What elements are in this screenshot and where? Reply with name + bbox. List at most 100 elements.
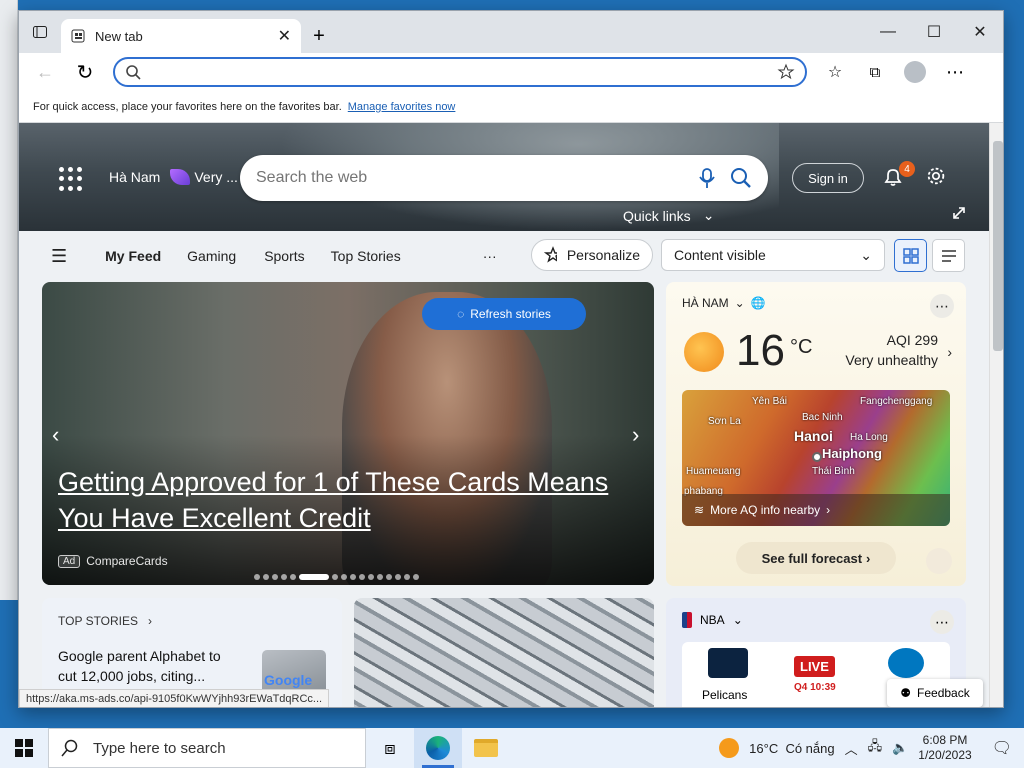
nav-top-stories[interactable]: Top Stories <box>331 248 401 264</box>
location-weather[interactable]: Hà Nam Very ... <box>109 169 238 185</box>
slide-dot[interactable] <box>386 574 392 580</box>
address-input[interactable] <box>151 64 767 80</box>
slide-dot[interactable] <box>290 574 296 580</box>
nav-sports[interactable]: Sports <box>264 248 304 264</box>
hero-story-card[interactable]: ◌ Refresh stories ‹ › Getting Approved f… <box>42 282 654 585</box>
close-tab-icon[interactable]: ✕ <box>278 26 291 46</box>
minimize-button[interactable]: — <box>865 11 911 53</box>
chevron-right-icon: › <box>826 503 831 517</box>
web-search-input[interactable] <box>256 169 684 187</box>
taskbar-file-explorer[interactable] <box>462 728 510 768</box>
volume-icon[interactable]: 🔈 <box>892 740 908 756</box>
favorites-bar: For quick access, place your favorites h… <box>19 91 1003 123</box>
scrollbar-thumb[interactable] <box>993 141 1003 351</box>
feedback-button[interactable]: ⚉ Feedback <box>887 679 983 707</box>
sun-icon <box>684 332 724 372</box>
tab-actions-button[interactable] <box>19 11 61 53</box>
back-button[interactable]: ← <box>27 56 63 88</box>
slide-dot[interactable] <box>341 574 347 580</box>
slide-dot[interactable] <box>359 574 365 580</box>
clock[interactable]: 6:08 PM 1/20/2023 <box>918 733 971 763</box>
new-tab-button[interactable]: + <box>301 19 337 53</box>
sign-in-button[interactable]: Sign in <box>792 163 864 193</box>
live-badge: LIVE <box>794 656 835 677</box>
manage-favorites-link[interactable]: Manage favorites now <box>348 101 456 113</box>
taskbar-weather[interactable]: 16°C Có nắng <box>749 741 834 756</box>
nav-more-button[interactable]: ··· <box>483 248 497 264</box>
app-launcher-icon[interactable] <box>59 167 83 191</box>
slide-dot[interactable] <box>263 574 269 580</box>
slide-dot[interactable] <box>368 574 374 580</box>
previous-slide-button[interactable]: ‹ <box>52 422 59 448</box>
aerial-image-card[interactable] <box>354 598 654 707</box>
chevron-down-icon: ⌄ <box>702 207 715 223</box>
close-window-button[interactable]: ✕ <box>957 11 1003 53</box>
google-logo-text: Google <box>264 672 313 688</box>
more-aq-link[interactable]: ≋ More AQ info nearby › <box>682 494 950 526</box>
favbar-text: For quick access, place your favorites h… <box>33 100 342 113</box>
personalize-button[interactable]: Personalize <box>531 239 653 271</box>
nav-my-feed[interactable]: My Feed <box>105 248 161 264</box>
more-dots-icon: ⋯ <box>946 61 964 82</box>
notifications-icon[interactable]: 🗨 <box>992 738 1012 758</box>
taskbar-edge[interactable] <box>414 728 462 768</box>
folder-icon <box>474 739 498 757</box>
web-search-box[interactable] <box>240 155 768 201</box>
expand-background-icon[interactable] <box>951 205 967 221</box>
profile-button[interactable] <box>897 56 933 88</box>
refresh-stories-button[interactable]: ◌ Refresh stories <box>422 298 586 330</box>
slide-dot[interactable] <box>413 574 419 580</box>
collections-button[interactable]: ⧉ <box>857 56 893 88</box>
address-bar[interactable] <box>113 57 807 87</box>
weather-more-button[interactable]: ⋯ <box>930 294 954 318</box>
top-story-headline[interactable]: Google parent Alphabet to cut 12,000 job… <box>58 646 238 686</box>
next-slide-button[interactable]: › <box>632 422 639 448</box>
slide-dot[interactable] <box>350 574 356 580</box>
slide-dot[interactable] <box>254 574 260 580</box>
maximize-button[interactable]: ☐ <box>911 11 957 53</box>
content-visible-dropdown[interactable]: Content visible ⌄ <box>661 239 885 271</box>
chevron-up-icon[interactable]: ︿ <box>845 739 858 758</box>
search-submit-icon[interactable] <box>730 167 752 189</box>
ad-tag: Ad <box>58 554 81 568</box>
nav-gaming[interactable]: Gaming <box>187 248 236 264</box>
task-view-button[interactable]: ⧈ <box>366 728 414 768</box>
taskbar-search[interactable]: Type here to search <box>48 728 366 768</box>
window-controls: — ☐ ✕ <box>865 11 1003 53</box>
weather-location[interactable]: HÀ NAM ⌄ 🌐 <box>682 296 950 310</box>
slide-dot[interactable] <box>404 574 410 580</box>
add-favorite-icon[interactable] <box>777 63 795 81</box>
start-button[interactable] <box>0 728 48 768</box>
slide-dot[interactable] <box>332 574 338 580</box>
microphone-icon[interactable] <box>698 167 716 189</box>
nba-more-button[interactable]: ⋯ <box>930 610 954 634</box>
aqi-info[interactable]: AQI 299 Very unhealthy <box>845 330 938 370</box>
story-headline[interactable]: Getting Approved for 1 of These Cards Me… <box>58 464 648 536</box>
slide-dot[interactable] <box>299 574 329 580</box>
nba-header[interactable]: NBA ⌄ <box>682 612 950 628</box>
list-view-button[interactable] <box>932 239 965 272</box>
quick-links-toggle[interactable]: Quick links ⌄ <box>623 207 714 224</box>
map-label: Yên Bái <box>752 396 788 407</box>
top-stories-header[interactable]: TOP STORIES › <box>58 614 326 628</box>
favorites-button[interactable]: ☆ <box>817 56 853 88</box>
slide-dot[interactable] <box>272 574 278 580</box>
settings-menu-button[interactable]: ⋯ <box>937 56 973 88</box>
grid-view-button[interactable] <box>894 239 927 272</box>
slide-indicator[interactable] <box>254 574 419 580</box>
network-icon[interactable]: 🖧 <box>868 737 883 759</box>
slide-dot[interactable] <box>281 574 287 580</box>
see-full-forecast-button[interactable]: See full forecast › <box>736 542 896 574</box>
weather-card[interactable]: HÀ NAM ⌄ 🌐 ⋯ 16 °C AQI 299 Very unhealth… <box>666 282 966 586</box>
aqi-map[interactable]: Yên Bái Fangchenggang Sơn La Bac Ninh Ha… <box>682 390 950 526</box>
system-tray: 16°C Có nắng ︿ 🖧 🔈 6:08 PM 1/20/2023 🗨 <box>719 728 1024 768</box>
page-settings-gear-icon[interactable] <box>925 165 947 187</box>
slide-dot[interactable] <box>377 574 383 580</box>
hamburger-menu-icon[interactable]: ☰ <box>51 246 67 267</box>
tab-new-tab[interactable]: New tab ✕ <box>61 19 301 53</box>
weather-sun-icon <box>719 738 740 758</box>
slide-dot[interactable] <box>395 574 401 580</box>
refresh-button[interactable]: ↻ <box>67 56 103 88</box>
more-aq-label: More AQ info nearby <box>710 503 821 517</box>
page-scrollbar[interactable] <box>989 123 1003 707</box>
